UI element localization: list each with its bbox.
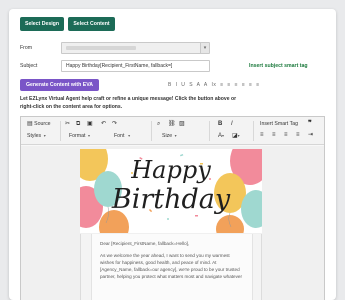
image-icon: ▨ xyxy=(179,121,185,127)
size-dropdown[interactable]: Size ▾ xyxy=(162,132,177,140)
banner-title-line-2: Birthday xyxy=(111,184,231,215)
italic-button[interactable]: I xyxy=(231,121,233,128)
chevron-down-icon: ▾ xyxy=(237,133,240,138)
toolbar-divider xyxy=(60,121,61,141)
banner-title-line-1: Happy xyxy=(131,156,211,184)
chevron-down-icon: ▾ xyxy=(200,43,209,53)
source-icon: ▤ xyxy=(27,121,33,127)
styles-dropdown[interactable]: Styles ▾ xyxy=(27,132,46,140)
cut-button[interactable]: ✂ xyxy=(65,121,70,128)
remove-format-icon[interactable]: Ix xyxy=(212,82,217,88)
align-left-button[interactable]: ≡ xyxy=(260,132,264,139)
bold-icon: B xyxy=(218,121,223,127)
subject-format-toolbar: B I U S A A Ix ≡ ≡ ≡ ≡ ≡ ≡ xyxy=(168,82,260,88)
toolbar-divider xyxy=(209,121,210,141)
select-design-button[interactable]: Select Design xyxy=(20,17,64,31)
letter-line: partner, helping you protect what matter… xyxy=(100,274,242,279)
indent-icon[interactable]: ≡ xyxy=(256,82,259,88)
birthday-banner-image: Happy Birthday xyxy=(80,149,262,233)
generate-eva-button[interactable]: Generate Content with EVA xyxy=(20,79,99,91)
subject-input[interactable]: Happy Birthday[Recipient_FirstName, fall… xyxy=(61,60,210,72)
paste-icon: ▣ xyxy=(87,121,93,127)
redo-button[interactable]: ↷ xyxy=(112,121,117,128)
align-right-icon: ≡ xyxy=(284,132,288,138)
list-icon[interactable]: ≡ xyxy=(249,82,252,88)
font-dropdown[interactable]: Font ▾ xyxy=(114,132,130,140)
toolbar-divider xyxy=(253,121,254,141)
email-composer-card: Select Design Select Content From ▾ Subj… xyxy=(9,9,336,300)
link-button[interactable]: ⛓ xyxy=(168,121,176,128)
letter-inner: Dear [Recipient_FirstName, fallback=Hell… xyxy=(91,234,253,300)
cut-icon: ✂ xyxy=(65,121,71,127)
text-color-button[interactable]: A▾ xyxy=(218,132,224,140)
subject-label: Subject xyxy=(20,63,38,69)
undo-button[interactable]: ↶ xyxy=(101,121,106,128)
from-value-redacted xyxy=(66,46,136,50)
from-label: From xyxy=(20,45,33,51)
format-dropdown[interactable]: Format ▾ xyxy=(69,132,90,140)
blockquote-icon[interactable]: ❞ xyxy=(308,120,312,127)
image-button[interactable]: ▨ xyxy=(179,121,185,128)
align-left-icon[interactable]: ≡ xyxy=(220,82,223,88)
align-justify-button[interactable]: ≡ xyxy=(296,132,300,139)
indent-icon: ⇥ xyxy=(308,132,314,138)
align-center-icon[interactable]: ≡ xyxy=(227,82,230,88)
select-content-button[interactable]: Select Content xyxy=(68,17,115,31)
editor-content-area[interactable]: Happy Birthday Dear [Recipient_FirstName… xyxy=(21,146,324,300)
chevron-down-icon: ▾ xyxy=(42,133,46,138)
source-button[interactable]: ▤ Source xyxy=(27,121,51,128)
letter-greeting: Dear [Recipient_FirstName, fallback=Hell… xyxy=(100,241,190,246)
indent-button[interactable]: ⇥ xyxy=(308,132,313,139)
bold-icon[interactable]: B xyxy=(168,82,172,88)
align-center-button[interactable]: ≡ xyxy=(272,132,276,139)
underline-icon[interactable]: U xyxy=(181,82,185,88)
chevron-down-icon: ▾ xyxy=(125,133,131,138)
chevron-down-icon: ▾ xyxy=(173,133,177,138)
background-color-icon[interactable]: A xyxy=(204,82,208,88)
insert-smart-tag-button[interactable]: Insert Smart Tag xyxy=(260,121,298,128)
redo-icon: ↷ xyxy=(112,121,118,127)
align-right-icon[interactable]: ≡ xyxy=(235,82,238,88)
copy-button[interactable]: ⧉ xyxy=(76,121,80,128)
background-color-button[interactable]: ◪▾ xyxy=(232,132,240,140)
align-justify-icon: ≡ xyxy=(296,132,300,138)
align-center-icon: ≡ xyxy=(272,132,276,138)
search-icon: ⌕ xyxy=(157,121,161,127)
subject-value: Happy Birthday[Recipient_FirstName, fall… xyxy=(66,63,173,69)
bold-button[interactable]: B xyxy=(218,121,222,128)
align-left-icon: ≡ xyxy=(260,132,264,138)
paste-button[interactable]: ▣ xyxy=(87,121,93,128)
italic-icon: I xyxy=(231,121,233,127)
eva-instructions-line-2: right-click on the content area for opti… xyxy=(20,104,123,110)
strikethrough-icon[interactable]: S xyxy=(189,82,193,88)
find-button[interactable]: ⌕ xyxy=(157,121,160,128)
undo-icon: ↶ xyxy=(101,121,107,127)
rich-text-editor[interactable]: ▤ Source ✂ ⧉ ▣ ↶ ↷ ⌕ ⛓ ▨ B I Insert Smar… xyxy=(20,116,325,300)
chevron-down-icon: ▾ xyxy=(86,133,91,138)
italic-icon[interactable]: I xyxy=(176,82,178,88)
from-select[interactable]: ▾ xyxy=(61,42,210,54)
copy-icon: ⧉ xyxy=(76,121,81,127)
insert-subject-smart-tag-link[interactable]: Insert subject smart tag xyxy=(249,63,308,69)
align-justify-icon[interactable]: ≡ xyxy=(242,82,245,88)
toolbar-divider xyxy=(151,121,152,141)
text-color-icon[interactable]: A xyxy=(197,82,201,88)
editor-toolbar: ▤ Source ✂ ⧉ ▣ ↶ ↷ ⌕ ⛓ ▨ B I Insert Smar… xyxy=(21,117,324,145)
chevron-down-icon: ▾ xyxy=(222,133,225,138)
letter-body: Dear [Recipient_FirstName, fallback=Hell… xyxy=(80,234,262,300)
eva-instructions-line-1: Let EZLynx Virtual Agent help craft or r… xyxy=(20,96,237,102)
link-icon: ⛓ xyxy=(168,121,176,127)
align-right-button[interactable]: ≡ xyxy=(284,132,288,139)
